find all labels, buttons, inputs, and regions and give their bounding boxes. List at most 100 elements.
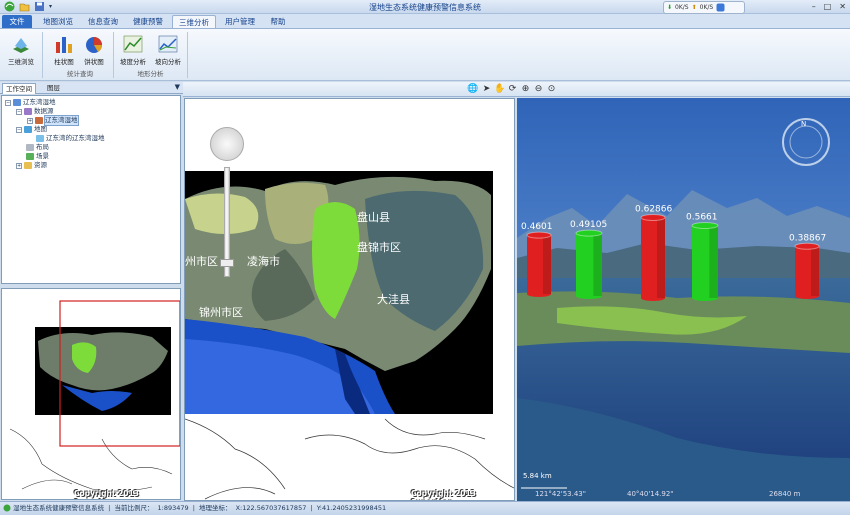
pie-chart-button[interactable]: 饼状图 <box>79 32 109 68</box>
map-icon <box>24 126 32 133</box>
pan-hand-icon[interactable]: ✋ <box>494 84 505 95</box>
bar-chart-button[interactable]: 柱状图 <box>49 32 79 68</box>
aspect-analysis-icon <box>158 35 178 53</box>
window-controls: – □ ✕ <box>812 2 846 11</box>
map-copyright: Copyright 2013 SuperMap <box>411 489 476 500</box>
bar-chart-icon <box>56 37 72 53</box>
tree-node-resource[interactable]: + 资源 <box>16 161 47 170</box>
zoom-out-icon[interactable]: ⊖ <box>533 84 544 95</box>
bar-shade <box>811 246 819 296</box>
network-widget-icon <box>716 3 725 12</box>
status-separator: | <box>192 504 195 512</box>
status-separator: | <box>310 504 313 512</box>
tree-node-maps[interactable]: − 地图 <box>16 125 47 134</box>
expand-icon[interactable]: + <box>27 117 33 124</box>
compass-north-label: N <box>801 120 806 128</box>
tab-workspace[interactable]: 工作空间 <box>2 83 36 94</box>
map-document-icon <box>36 135 44 142</box>
tree-label: 资源 <box>34 161 47 169</box>
pan-navigation-control[interactable] <box>210 127 244 161</box>
collapse-icon[interactable]: − <box>5 99 11 106</box>
panel-dropdown-icon[interactable]: ▼ <box>175 83 180 91</box>
bar-value-label: 0.49105 <box>570 220 607 230</box>
scene-3d-view[interactable]: N 0.4601 0.49105 0.62866 0.5661 0.38867 5.84… <box>517 98 850 501</box>
bar-value-label: 0.38867 <box>789 233 826 243</box>
workspace-icon <box>13 99 21 106</box>
tree-node-datasource-item[interactable]: + 辽东湾湿地 <box>27 115 79 126</box>
place-label: 锦州市区 <box>199 306 243 319</box>
slope-analysis-label: 坡度分析 <box>120 58 146 66</box>
expand-icon[interactable]: + <box>16 162 22 169</box>
tab-user-management[interactable]: 用户管理 <box>219 15 261 28</box>
tab-health-warning[interactable]: 健康预警 <box>127 15 169 28</box>
bar-top <box>691 222 719 230</box>
tab-file[interactable]: 文件 <box>2 15 32 28</box>
aspect-analysis-label: 坡向分析 <box>155 58 181 66</box>
map-2d-view[interactable]: 盘山县 盘锦市区 凌海市 州市区 锦州市区 大洼县 Copyright 2013… <box>184 98 515 501</box>
tab-layers[interactable]: 图层 <box>44 83 63 94</box>
tab-help[interactable]: 帮助 <box>264 15 292 28</box>
layout-icon <box>26 144 34 151</box>
maximize-icon[interactable]: □ <box>824 2 832 11</box>
status-app-icon <box>3 504 11 512</box>
coordinate-lat: 40°40'14.92" <box>627 490 674 498</box>
bar-shade <box>593 233 602 296</box>
tree-label: 布局 <box>36 143 49 151</box>
collapse-icon[interactable]: − <box>16 126 22 133</box>
group-separator <box>113 32 114 78</box>
bar-top <box>640 214 666 222</box>
tree-node-layout[interactable]: 布局 <box>26 143 49 152</box>
upload-arrow-icon: ⬆ <box>691 4 697 11</box>
aspect-analysis-button[interactable]: 坡向分析 <box>152 32 184 68</box>
slope-analysis-button[interactable]: 坡度分析 <box>117 32 149 68</box>
upload-speed: 0K/S <box>699 4 714 11</box>
globe-icon[interactable]: 🌐 <box>467 84 478 95</box>
tab-info-query[interactable]: 信息查询 <box>82 15 124 28</box>
database-icon <box>35 117 43 124</box>
tree-label: 辽东湾的辽东湾湿地 <box>46 134 105 142</box>
scale-label: 5.84 km <box>523 472 552 480</box>
tree-node-datasource[interactable]: − 数据源 <box>16 107 54 116</box>
tree-node-map-item[interactable]: 辽东湾的辽东湾湿地 <box>36 134 105 143</box>
overview-copyright: Copyright 2013 SuperMap <box>74 489 139 499</box>
zoom-slider-handle[interactable] <box>220 259 234 267</box>
zoom-in-icon[interactable]: ⊕ <box>520 84 531 95</box>
tree-node-scene[interactable]: 场景 <box>26 152 49 161</box>
status-y-value: Y:41.2405231998451 <box>316 504 387 512</box>
tree-node-root[interactable]: − 辽东湾湿地 <box>5 98 56 107</box>
collapse-icon[interactable]: − <box>16 108 22 115</box>
refresh-icon[interactable]: ⟳ <box>507 84 518 95</box>
download-speed: 0K/S <box>675 4 689 11</box>
stats-query-group-label: 统计查询 <box>67 70 93 78</box>
place-label: 州市区 <box>185 255 218 268</box>
network-speed-widget: ⬇ 0K/S ⬆ 0K/S <box>663 1 745 14</box>
group-separator <box>42 32 43 78</box>
status-x-value: X:122.567037617857 <box>235 504 307 512</box>
tab-map-browse[interactable]: 地图浏览 <box>37 15 79 28</box>
scene-3d-canvas: N 0.4601 0.49105 0.62866 0.5661 0.38867 <box>517 98 850 501</box>
folder-icon <box>24 162 32 169</box>
place-label: 大洼县 <box>377 293 410 306</box>
bar-shade <box>709 225 718 298</box>
datasource-icon <box>24 108 32 115</box>
bar-value-label: 0.5661 <box>686 213 718 223</box>
status-system-name: 湿地生态系统健康预警信息系统 <box>13 504 105 512</box>
status-scale-value: 1:893479 <box>157 504 189 512</box>
overview-map[interactable]: Copyright 2013 SuperMap <box>1 288 181 500</box>
tree-label: 辽东湾湿地 <box>44 115 79 126</box>
ribbon-panel: 三维浏览 柱状图 饼状图 统计查询 坡度分析 坡向分析 地形分析 <box>0 28 850 81</box>
ribbon-tabs: 文件 地图浏览 信息查询 健康预警 三维分析 用户管理 帮助 <box>0 14 850 28</box>
workspace-panel-tabs: 工作空间 图层 ▼ <box>0 82 183 94</box>
coordinate-lon: 121°42'53.43" <box>535 490 586 498</box>
bar-top <box>794 242 820 250</box>
full-extent-icon[interactable]: ⊙ <box>546 84 557 95</box>
select-arrow-icon[interactable]: ➤ <box>481 84 492 95</box>
scene-browse-button[interactable]: 三维浏览 <box>4 32 38 68</box>
tab-3d-analysis[interactable]: 三维分析 <box>172 15 216 28</box>
map-2d-canvas <box>185 171 514 500</box>
bar-top <box>526 231 552 239</box>
minimize-icon[interactable]: – <box>812 2 816 11</box>
close-icon[interactable]: ✕ <box>839 2 846 11</box>
download-arrow-icon: ⬇ <box>667 4 673 11</box>
scene-icon <box>26 153 34 160</box>
